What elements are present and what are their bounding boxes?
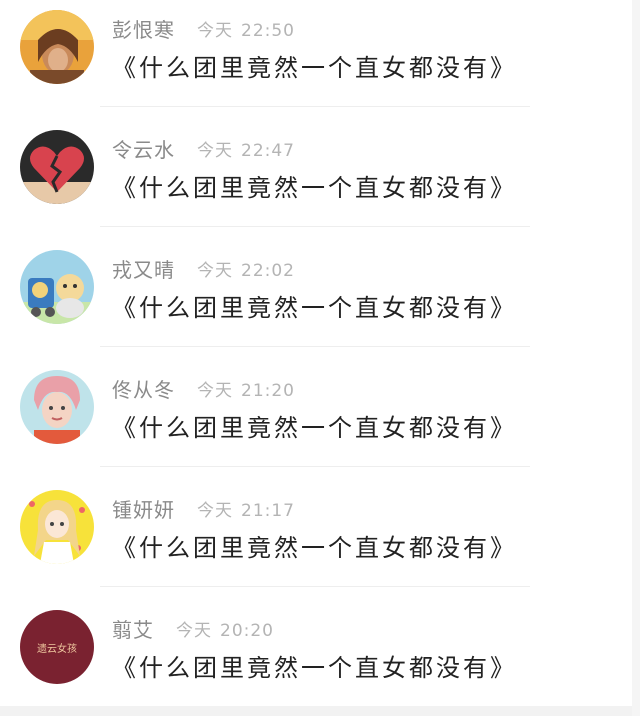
timestamp: 今天 21:17	[197, 496, 295, 521]
comment-meta: 令云水 今天 22:47	[112, 134, 295, 162]
bottom-bar	[0, 706, 640, 716]
divider	[100, 226, 530, 227]
portrait-avatar-icon	[20, 370, 94, 444]
comment-meta: 戎又晴 今天 22:02	[112, 254, 295, 282]
divider	[100, 466, 530, 467]
comment-text: 《什么团里竟然一个直女都没有》	[112, 174, 517, 202]
comment-row: 戎又晴 今天 22:02 《什么团里竟然一个直女都没有》	[0, 240, 640, 360]
comment-feed: 彭恨寒 今天 22:50 《什么团里竟然一个直女都没有》 令云水 今天 22:47 …	[0, 0, 640, 716]
timestamp: 今天 20:20	[176, 616, 274, 641]
divider	[100, 346, 530, 347]
avatar[interactable]	[20, 10, 94, 84]
timestamp: 今天 22:50	[197, 16, 295, 41]
scroll-edge	[632, 0, 640, 716]
username[interactable]: 令云水	[112, 134, 175, 163]
comment-row: 彭恨寒 今天 22:50 《什么团里竟然一个直女都没有》	[0, 0, 640, 120]
timestamp: 今天 21:20	[197, 376, 295, 401]
timestamp-clock: 22:47	[241, 140, 295, 161]
timestamp-clock: 22:50	[241, 20, 295, 41]
timestamp: 今天 22:47	[197, 136, 295, 161]
comment-text: 《什么团里竟然一个直女都没有》	[112, 534, 517, 562]
timestamp-clock: 20:20	[220, 620, 274, 641]
comment-text: 《什么团里竟然一个直女都没有》	[112, 294, 517, 322]
broken-heart-avatar-icon	[20, 130, 94, 204]
divider	[100, 106, 530, 107]
avatar[interactable]	[20, 250, 94, 324]
comment-row: 遗云女孩 翦艾 今天 20:20 《什么团里竟然一个直女都没有》	[0, 600, 640, 716]
avatar[interactable]	[20, 370, 94, 444]
username[interactable]: 翦艾	[112, 614, 154, 643]
username[interactable]: 彭恨寒	[112, 14, 175, 43]
comment-text: 《什么团里竟然一个直女都没有》	[112, 414, 517, 442]
timestamp-clock: 22:02	[241, 260, 295, 281]
timestamp-day: 今天	[197, 20, 233, 41]
timestamp: 今天 22:02	[197, 256, 295, 281]
comment-meta: 锺妍妍 今天 21:17	[112, 494, 295, 522]
timestamp-day: 今天	[197, 140, 233, 161]
anime-girl-avatar-icon	[20, 490, 94, 564]
timestamp-day: 今天	[197, 260, 233, 281]
divider	[100, 586, 530, 587]
portrait-avatar-icon	[20, 10, 94, 84]
comment-meta: 彭恨寒 今天 22:50	[112, 14, 295, 42]
avatar-badge-text: 遗云女孩	[37, 642, 77, 655]
text-badge-avatar-icon: 遗云女孩	[20, 610, 94, 684]
comment-text: 《什么团里竟然一个直女都没有》	[112, 54, 517, 82]
avatar[interactable]	[20, 490, 94, 564]
comment-row: 令云水 今天 22:47 《什么团里竟然一个直女都没有》	[0, 120, 640, 240]
username[interactable]: 锺妍妍	[112, 494, 175, 523]
cartoon-avatar-icon	[20, 250, 94, 324]
username[interactable]: 佟从冬	[112, 374, 175, 403]
timestamp-day: 今天	[197, 380, 233, 401]
comment-text: 《什么团里竟然一个直女都没有》	[112, 654, 517, 682]
comment-row: 锺妍妍 今天 21:17 《什么团里竟然一个直女都没有》	[0, 480, 640, 600]
timestamp-clock: 21:17	[241, 500, 295, 521]
username[interactable]: 戎又晴	[112, 254, 175, 283]
comment-row: 佟从冬 今天 21:20 《什么团里竟然一个直女都没有》	[0, 360, 640, 480]
timestamp-day: 今天	[197, 500, 233, 521]
avatar[interactable]: 遗云女孩	[20, 610, 94, 684]
comment-meta: 佟从冬 今天 21:20	[112, 374, 295, 402]
avatar[interactable]	[20, 130, 94, 204]
timestamp-day: 今天	[176, 620, 212, 641]
timestamp-clock: 21:20	[241, 380, 295, 401]
comment-meta: 翦艾 今天 20:20	[112, 614, 274, 642]
